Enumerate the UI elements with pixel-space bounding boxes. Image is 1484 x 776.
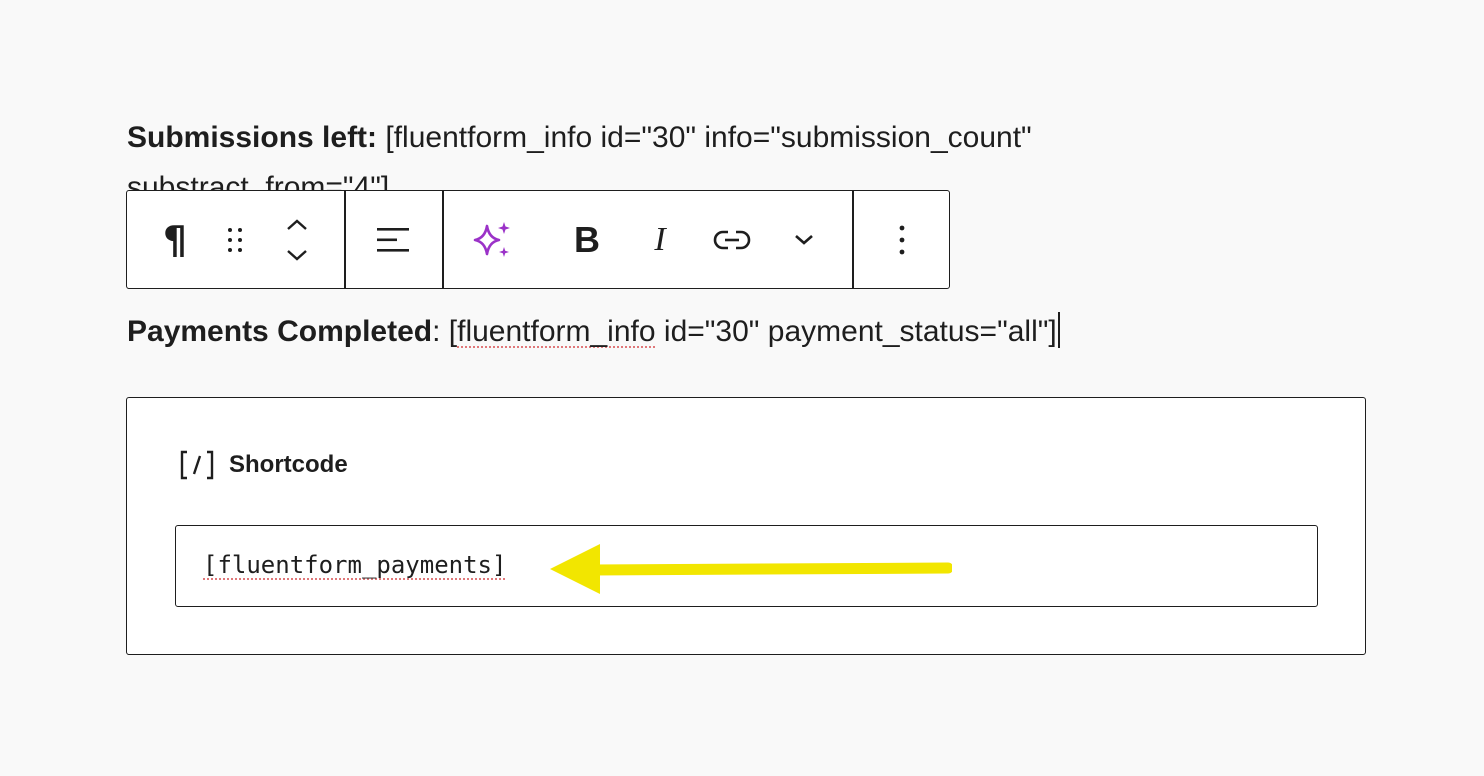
ai-assistant-button[interactable] bbox=[467, 191, 517, 288]
bold-icon: B bbox=[574, 218, 600, 260]
drag-handle-button[interactable] bbox=[215, 191, 255, 288]
drag-handle-icon bbox=[228, 227, 242, 252]
more-rich-text-chevron-icon bbox=[795, 234, 813, 245]
paragraph-submissions-left[interactable]: Submissions left: [fluentform_info id="3… bbox=[127, 114, 1227, 162]
options-kebab-icon bbox=[899, 225, 905, 254]
spellcheck-word: fluentform_info bbox=[457, 315, 656, 348]
italic-button[interactable]: I bbox=[637, 191, 683, 288]
toolbar-divider bbox=[852, 191, 854, 288]
payments-completed-label: Payments Completed bbox=[127, 315, 433, 348]
text-caret bbox=[1057, 312, 1060, 348]
submissions-left-shortcode: [fluentform_info id="30" info="submissio… bbox=[377, 121, 1032, 154]
align-button[interactable] bbox=[367, 191, 421, 288]
payments-shortcode-open: [ bbox=[440, 315, 458, 348]
link-icon bbox=[713, 230, 751, 249]
shortcode-icon bbox=[180, 450, 214, 480]
move-down-icon[interactable] bbox=[286, 249, 308, 261]
payments-shortcode-rest: id="30" payment_status="all"] bbox=[655, 315, 1057, 348]
block-toolbar: ¶ B I bbox=[126, 190, 950, 289]
align-left-icon bbox=[377, 227, 409, 252]
paragraph-payments-completed[interactable]: Payments Completed: [fluentform_info id=… bbox=[127, 308, 1060, 356]
toolbar-divider bbox=[442, 191, 444, 288]
italic-icon: I bbox=[654, 220, 666, 258]
submissions-left-shortcode-line2: substract_from="4"] bbox=[127, 171, 390, 190]
paragraph-block-button[interactable]: ¶ bbox=[147, 191, 203, 288]
shortcode-block-header: Shortcode bbox=[179, 450, 348, 480]
block-options-button[interactable] bbox=[877, 191, 927, 288]
paragraph-icon: ¶ bbox=[162, 217, 188, 262]
shortcode-label: Shortcode bbox=[229, 451, 348, 478]
submissions-left-label: Submissions left: bbox=[127, 121, 378, 154]
link-button[interactable] bbox=[707, 191, 757, 288]
toolbar-divider bbox=[344, 191, 346, 288]
ai-sparkle-icon bbox=[473, 221, 510, 257]
bold-button[interactable]: B bbox=[563, 191, 611, 288]
move-up-icon[interactable] bbox=[286, 218, 308, 231]
yellow-arrow-icon bbox=[550, 544, 952, 594]
move-up-down-buttons[interactable] bbox=[275, 191, 319, 288]
shortcode-value: [fluentform_payments] bbox=[203, 551, 507, 579]
more-rich-text-button[interactable] bbox=[781, 191, 827, 288]
shortcode-block[interactable]: Shortcode [fluentform_payments] bbox=[126, 397, 1366, 655]
